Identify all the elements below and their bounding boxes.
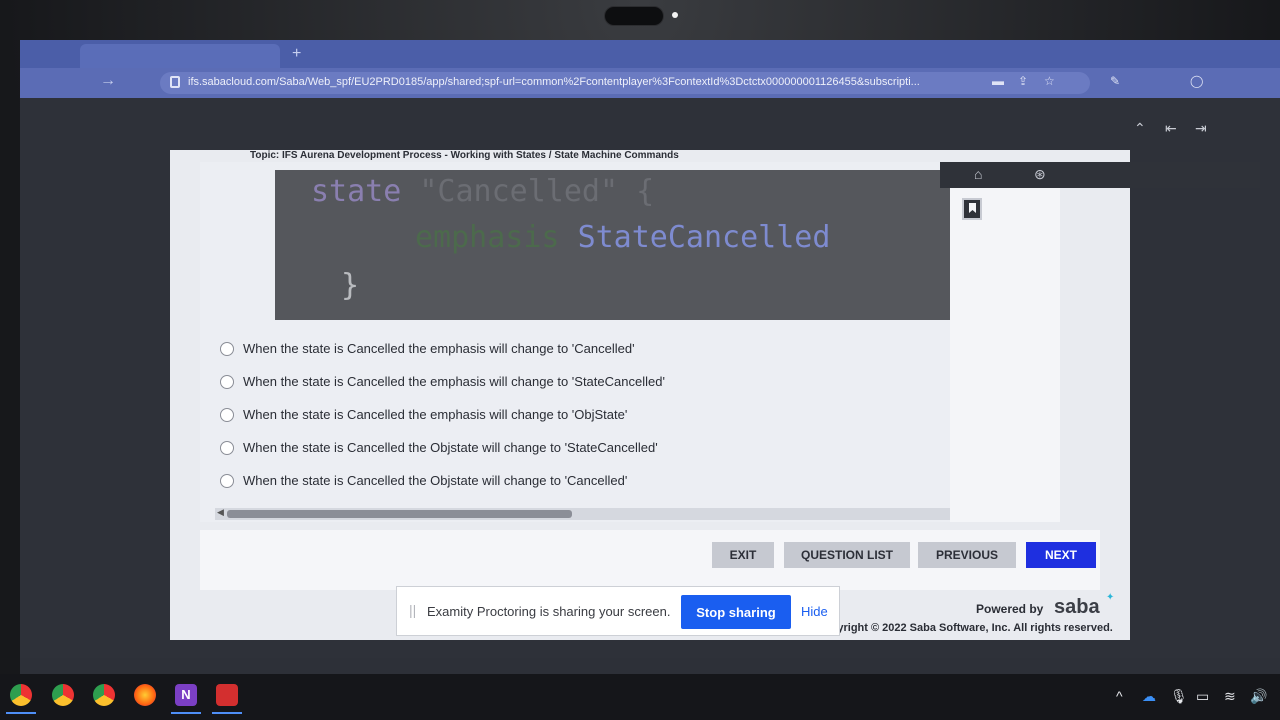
code-image: state "Cancelled" { emphasis StateCancel… [275, 170, 955, 320]
firefox-icon[interactable] [134, 684, 156, 706]
chrome-profile-2-icon[interactable] [93, 684, 115, 706]
exam-panel: Topic: IFS Aurena Development Process - … [170, 150, 1260, 640]
share-icon[interactable]: ⇪ [1018, 74, 1028, 88]
topic-title: Topic: IFS Aurena Development Process - … [250, 150, 679, 161]
lock-icon [170, 76, 180, 88]
new-tab-icon[interactable]: + [292, 45, 301, 63]
powered-by-label: Powered by [976, 602, 1044, 616]
code-line-3: } [341, 268, 360, 303]
hide-banner-link[interactable]: Hide [801, 604, 828, 619]
saba-logo: saba [1054, 596, 1100, 618]
screen-sharing-banner: || Examity Proctoring is sharing your sc… [396, 586, 840, 636]
star-icon[interactable]: ☆ [1044, 74, 1055, 88]
drag-handle-icon[interactable]: || [409, 602, 416, 618]
chevron-up-icon[interactable]: ⌃ [1134, 120, 1146, 137]
onedrive-icon[interactable]: ☁ [1142, 688, 1156, 705]
taskbar: N ^ ☁ 🎙 ▭ ≋ 🔊 [0, 674, 1280, 720]
webcam [604, 6, 664, 26]
radio-button[interactable] [220, 407, 234, 422]
active-app-indicator [6, 712, 36, 714]
volume-icon[interactable]: 🔊 [1250, 688, 1267, 705]
collapse-left-icon[interactable]: ⇤ [1165, 120, 1177, 137]
browser-tabbar: + [20, 40, 1280, 68]
horizontal-scroll-thumb[interactable] [227, 510, 572, 518]
answer-option-2[interactable]: When the state is Cancelled the emphasis… [220, 365, 665, 398]
side-panel: ⌂ ⊛ [940, 162, 1260, 522]
scroll-left-icon[interactable]: ◀ [217, 507, 224, 518]
webcam-light [672, 12, 678, 18]
radio-button[interactable] [220, 374, 234, 389]
acrobat-icon[interactable] [216, 684, 238, 706]
bookmark-glyph [969, 203, 976, 213]
url-text: ifs.sabacloud.com/Saba/Web_spf/EU2PRD018… [188, 76, 920, 88]
active-app-indicator [171, 712, 201, 714]
window-icon[interactable]: ⌂ [974, 166, 982, 182]
saba-logo-spark-icon: ✦ [1106, 592, 1115, 603]
answer-option-4[interactable]: When the state is Cancelled the Objstate… [220, 431, 665, 464]
answer-option-1[interactable]: When the state is Cancelled the emphasis… [220, 332, 665, 365]
microphone-icon[interactable]: 🎙 [1170, 688, 1188, 705]
radio-button[interactable] [220, 440, 234, 455]
radio-button[interactable] [220, 473, 234, 488]
extension-icon[interactable]: ✎ [1110, 74, 1120, 88]
active-app-indicator [212, 712, 242, 714]
wifi-icon[interactable]: ≋ [1224, 688, 1236, 705]
browser-tab[interactable] [80, 44, 280, 68]
player-background: ⌃ ⇤ ⇥ Topic: IFS Aurena Development Proc… [20, 98, 1280, 658]
forward-icon[interactable]: → [100, 72, 116, 90]
expand-right-icon[interactable]: ⇥ [1195, 120, 1207, 137]
radio-button[interactable] [220, 341, 234, 356]
bookmark-icon[interactable] [962, 198, 982, 220]
url-field[interactable]: ifs.sabacloud.com/Saba/Web_spf/EU2PRD018… [160, 72, 1090, 94]
answer-options: When the state is Cancelled the emphasis… [220, 332, 665, 497]
side-panel-header: ⌂ ⊛ [940, 162, 1260, 188]
previous-button[interactable]: PREVIOUS [918, 542, 1016, 568]
onenote-icon[interactable]: N [175, 684, 197, 706]
key-icon[interactable]: ▬ [992, 74, 1004, 88]
display-icon[interactable]: ▭ [1196, 688, 1209, 705]
answer-option-3[interactable]: When the state is Cancelled the emphasis… [220, 398, 665, 431]
tray-chevron-icon[interactable]: ^ [1116, 688, 1123, 704]
chrome-profile-icon[interactable] [52, 684, 74, 706]
help-icon[interactable]: ⊛ [1034, 166, 1046, 183]
copyright-text: Copyright © 2022 Saba Software, Inc. All… [816, 622, 1113, 634]
browser-address-bar: → ifs.sabacloud.com/Saba/Web_spf/EU2PRD0… [20, 68, 1280, 98]
navigation-bar: EXIT QUESTION LIST PREVIOUS NEXT [200, 530, 1100, 590]
sharing-message: Examity Proctoring is sharing your scree… [427, 604, 671, 619]
code-line-1: state "Cancelled" { [311, 174, 655, 209]
profile-icon[interactable]: ◯ [1190, 74, 1203, 88]
chrome-icon[interactable] [10, 684, 32, 706]
next-button[interactable]: NEXT [1026, 542, 1096, 568]
code-line-2: emphasis StateCancelled [415, 220, 831, 255]
stop-sharing-button[interactable]: Stop sharing [681, 595, 791, 629]
exit-button[interactable]: EXIT [712, 542, 774, 568]
question-pane: state "Cancelled" { emphasis StateCancel… [200, 162, 980, 522]
question-list-button[interactable]: QUESTION LIST [784, 542, 910, 568]
answer-option-5[interactable]: When the state is Cancelled the Objstate… [220, 464, 665, 497]
horizontal-scrollbar[interactable]: ◀ ▶ [215, 507, 965, 520]
